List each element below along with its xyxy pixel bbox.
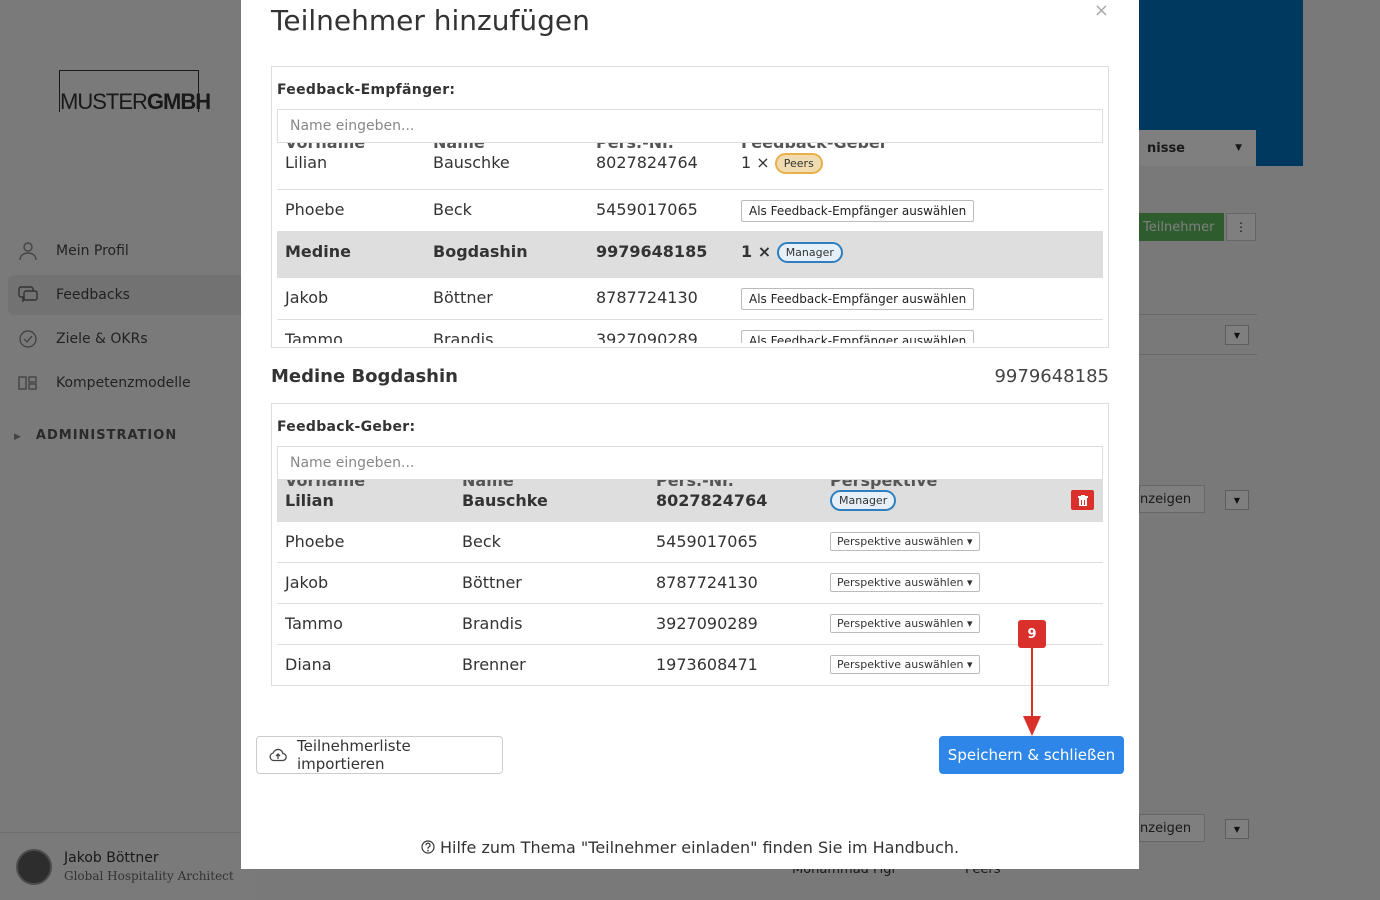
recipients-label: Feedback-Empfänger: [277, 82, 456, 98]
caret-down-icon: ▾ [966, 617, 973, 630]
add-participants-modal: Teilnehmer hinzufügen × Feedback-Empfäng… [241, 0, 1139, 869]
first-name: Jakob [285, 573, 329, 592]
close-icon[interactable]: × [1094, 0, 1109, 21]
table-row[interactable]: Tammo Brandis 3927090289 Perspektive aus… [277, 603, 1103, 644]
manager-badge: Manager [776, 242, 843, 263]
table-row[interactable]: Lilian Bauschke 8027824764 1 × Peers [277, 143, 1103, 189]
selected-recipient-nr: 9979648185 [994, 366, 1109, 387]
perspective-select[interactable]: Perspektive auswählen ▾ [830, 573, 980, 592]
select-recipient-button[interactable]: Als Feedback-Empfänger auswählen [741, 288, 975, 310]
first-name: Jakob [285, 288, 329, 307]
pers-nr: 9979648185 [596, 242, 708, 261]
first-name: Tammo [285, 614, 343, 633]
header-first-name: Vorname [285, 480, 365, 489]
last-name: Bauschke [433, 153, 510, 172]
last-name: Brandis [433, 330, 494, 343]
table-row[interactable]: Jakob Böttner 8787724130 Perspektive aus… [277, 562, 1103, 603]
pers-nr: 8027824764 [656, 491, 768, 510]
caret-down-icon: ▾ [966, 658, 973, 671]
header-pers-nr: Pers.-Nr. [656, 480, 734, 489]
last-name: Böttner [462, 573, 522, 592]
header-last-name: Name [462, 480, 514, 489]
selected-recipient-name: Medine Bogdashin [271, 366, 458, 387]
select-recipient-button[interactable]: Als Feedback-Empfänger auswählen [741, 330, 975, 343]
table-row[interactable]: Jakob Böttner 8787724130 Als Feedback-Em… [277, 277, 1103, 319]
givers-table: Vorname Name Pers.-Nr. Perspektive Lilia… [277, 480, 1103, 685]
trash-icon[interactable] [1071, 490, 1094, 510]
pers-nr: 8787724130 [656, 573, 758, 592]
cloud-upload-icon [269, 748, 287, 762]
step-marker: 9 [1018, 620, 1046, 648]
perspective-select[interactable]: Perspektive auswählen ▾ [830, 614, 980, 633]
table-row-selected[interactable]: Vorname Name Pers.-Nr. Perspektive Lilia… [277, 480, 1103, 521]
first-name: Tammo [285, 330, 343, 343]
help-text[interactable]: Hilfe zum Thema "Teilnehmer einladen" fi… [241, 838, 1139, 857]
table-row-selected[interactable]: Medine Bogdashin 9979648185 1 × Manager [277, 231, 1103, 277]
giver-summary: 1 × Manager [741, 242, 843, 263]
help-circle-icon [421, 838, 435, 857]
first-name: Medine [285, 242, 351, 261]
caret-down-icon: ▾ [966, 576, 973, 589]
table-row[interactable]: Phoebe Beck 5459017065 Als Feedback-Empf… [277, 189, 1103, 231]
givers-panel: Feedback-Geber: Vorname Name Pers.-Nr. P… [271, 403, 1109, 686]
first-name: Phoebe [285, 532, 345, 551]
pers-nr: 8787724130 [596, 288, 698, 307]
giver-search-input[interactable] [277, 446, 1103, 480]
last-name: Bauschke [462, 491, 548, 510]
last-name: Beck [433, 200, 472, 219]
giver-summary: 1 × Peers [741, 153, 823, 174]
pers-nr: 5459017065 [656, 532, 758, 551]
select-recipient-button[interactable]: Als Feedback-Empfänger auswählen [741, 200, 975, 222]
manager-badge: Manager [830, 490, 897, 511]
first-name: Phoebe [285, 200, 345, 219]
pers-nr: 1973608471 [656, 655, 758, 674]
save-and-close-button[interactable]: Speichern & schließen [939, 736, 1124, 774]
header-perspective: Perspektive [830, 480, 937, 489]
pers-nr: 8027824764 [596, 153, 698, 172]
modal-title: Teilnehmer hinzufügen [271, 4, 590, 37]
caret-down-icon: ▾ [966, 535, 973, 548]
last-name: Beck [462, 532, 501, 551]
table-row[interactable]: Diana Brenner 1973608471 Perspektive aus… [277, 644, 1103, 685]
table-row[interactable]: Phoebe Beck 5459017065 Perspektive auswä… [277, 521, 1103, 562]
first-name: Diana [285, 655, 332, 674]
import-participants-button[interactable]: Teilnehmerliste importieren [256, 736, 503, 774]
perspective-select[interactable]: Perspektive auswählen ▾ [830, 655, 980, 674]
first-name: Lilian [285, 491, 334, 510]
last-name: Bogdashin [433, 242, 528, 261]
perspective-select[interactable]: Perspektive auswählen ▾ [830, 532, 980, 551]
recipients-table: Vorname Name Pers.-Nr. Feedback-Geber Li… [277, 143, 1103, 343]
table-row[interactable]: Tammo Brandis 3927090289 Als Feedback-Em… [277, 319, 1103, 343]
last-name: Brandis [462, 614, 523, 633]
annotation-arrow-head [1023, 716, 1041, 736]
peers-badge: Peers [774, 153, 823, 174]
pers-nr: 5459017065 [596, 200, 698, 219]
first-name: Lilian [285, 153, 328, 172]
annotation-arrow-line [1031, 648, 1033, 718]
givers-label: Feedback-Geber: [277, 419, 416, 435]
import-button-label: Teilnehmerliste importieren [297, 737, 411, 773]
recipient-search-input[interactable] [277, 109, 1103, 143]
recipients-panel: Feedback-Empfänger: Vorname Name Pers.-N… [271, 66, 1109, 348]
pers-nr: 3927090289 [596, 330, 698, 343]
last-name: Brenner [462, 655, 526, 674]
pers-nr: 3927090289 [656, 614, 758, 633]
last-name: Böttner [433, 288, 493, 307]
